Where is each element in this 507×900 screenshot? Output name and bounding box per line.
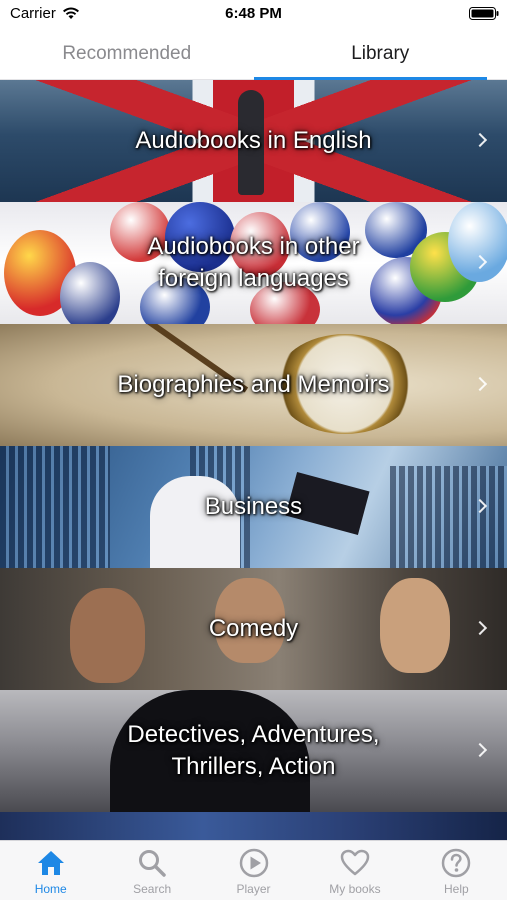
building-image: [390, 466, 507, 568]
tab-library-label: Library: [351, 42, 410, 64]
tab-my-books[interactable]: My books: [304, 841, 405, 900]
actor-image: [380, 578, 450, 673]
tab-search-label: Search: [133, 882, 172, 896]
tab-my-books-label: My books: [329, 882, 381, 896]
category-list: Audiobooks in English Audiobooks in othe…: [0, 80, 507, 840]
tab-search[interactable]: Search: [101, 841, 202, 900]
tab-help[interactable]: Help: [406, 841, 507, 900]
tab-player[interactable]: Player: [203, 841, 304, 900]
category-audiobooks-foreign[interactable]: Audiobooks in other foreign languages: [0, 202, 507, 324]
top-tab-bar: Recommended Library: [0, 28, 507, 80]
tab-home[interactable]: Home: [0, 841, 101, 900]
category-title: Business: [204, 493, 303, 520]
status-time: 6:48 PM: [225, 5, 282, 22]
category-title: Audiobooks in English: [135, 127, 372, 154]
status-bar: Carrier 6:48 PM: [0, 0, 507, 28]
category-title: Biographies and Memoirs: [117, 371, 390, 398]
building-image: [0, 446, 110, 568]
actor-image: [70, 588, 145, 683]
balloon-image: [448, 202, 507, 282]
bottom-tab-bar: Home Search Player My books Help: [0, 840, 507, 900]
tab-library[interactable]: Library: [253, 28, 507, 80]
tab-recommended[interactable]: Recommended: [0, 28, 254, 79]
help-icon: [442, 848, 471, 878]
category-image-partial: [0, 812, 507, 840]
category-comedy[interactable]: Comedy: [0, 568, 507, 690]
tab-help-label: Help: [443, 882, 469, 896]
category-detectives[interactable]: Detectives, Adventures, Thrillers, Actio…: [0, 690, 507, 812]
category-audiobooks-english[interactable]: Audiobooks in English: [0, 80, 507, 202]
category-title: Detectives, Adventures, Thrillers, Actio…: [127, 721, 380, 780]
search-icon: [139, 850, 166, 877]
tab-home-label: Home: [34, 882, 67, 896]
category-biographies-memoirs[interactable]: Biographies and Memoirs: [0, 324, 507, 446]
tab-player-label: Player: [236, 882, 271, 896]
home-icon: [37, 851, 64, 875]
category-title: Comedy: [208, 615, 299, 642]
tab-recommended-label: Recommended: [62, 42, 192, 64]
battery-icon: [469, 7, 499, 20]
category-next-partial[interactable]: [0, 812, 507, 840]
category-business[interactable]: Business: [0, 446, 507, 568]
category-title: Audiobooks in other foreign languages: [147, 233, 360, 292]
heart-icon: [340, 849, 370, 876]
play-icon: [239, 848, 268, 878]
